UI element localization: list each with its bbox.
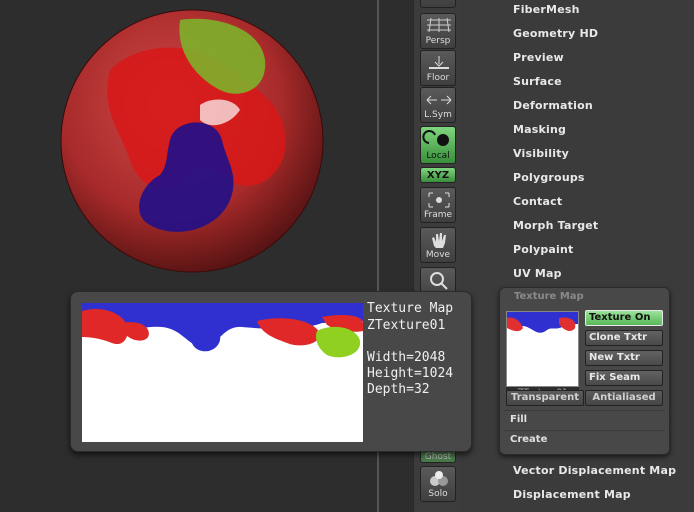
menu-polypaint[interactable]: Polypaint — [513, 243, 574, 256]
menu-preview[interactable]: Preview — [513, 51, 564, 64]
local-rotate-icon — [421, 129, 455, 149]
grid-icon — [421, 16, 455, 36]
menu-surface[interactable]: Surface — [513, 75, 562, 88]
magnifier-icon — [421, 270, 455, 290]
menu-polygroups[interactable]: Polygroups — [513, 171, 585, 184]
solo-icon — [421, 469, 455, 489]
popup-width: Width=2048 — [367, 350, 446, 365]
lsym-button[interactable]: L.Sym — [420, 87, 456, 123]
menu-deformation[interactable]: Deformation — [513, 99, 593, 112]
antialiased-button[interactable]: Antialiased — [585, 390, 663, 406]
popup-depth: Depth=32 — [367, 382, 430, 397]
persp-button[interactable]: Persp — [420, 13, 456, 49]
fill-button[interactable]: Fill — [510, 414, 527, 425]
move-button[interactable]: Move — [420, 227, 456, 263]
menu-uv-map[interactable]: UV Map — [513, 267, 562, 280]
xyz-button[interactable]: XYZ — [420, 167, 456, 183]
texture-map-title[interactable]: Texture Map — [500, 291, 669, 302]
menu-vector-displacement-map[interactable]: Vector Displacement Map — [513, 464, 676, 477]
texture-map-panel: Texture Map ZTexture01 Texture On Clone … — [499, 287, 670, 455]
hand-icon — [421, 230, 455, 250]
lsym-label: L.Sym — [424, 110, 452, 120]
move-label: Move — [425, 250, 451, 260]
solo-label: Solo — [428, 489, 448, 499]
fix-seam-button[interactable]: Fix Seam — [585, 370, 663, 386]
menu-visibility[interactable]: Visibility — [513, 147, 569, 160]
menu-masking[interactable]: Masking — [513, 123, 566, 136]
texture-thumbnail-image — [507, 312, 578, 333]
floor-icon — [421, 53, 455, 73]
xyz-label: XYZ — [426, 170, 450, 181]
local-button[interactable]: Local — [420, 126, 456, 164]
menu-displacement-map[interactable]: Displacement Map — [513, 488, 631, 501]
clone-txtr-button[interactable]: Clone Txtr — [585, 330, 663, 346]
popup-height: Height=1024 — [367, 366, 454, 381]
texture-info-popup: Texture Map ZTexture01 Width=2048 Height… — [70, 291, 472, 452]
frame-label: Frame — [423, 210, 453, 220]
frame-icon — [421, 190, 455, 210]
texture-on-button[interactable]: Texture On — [585, 310, 663, 326]
menu-contact[interactable]: Contact — [513, 195, 562, 208]
panel-divider — [504, 410, 665, 411]
popup-title: Texture Map — [367, 301, 454, 316]
local-label: Local — [426, 151, 450, 161]
ghost-label: Ghost — [424, 452, 452, 462]
popup-texture-name: ZTexture01 — [367, 318, 446, 333]
floor-button[interactable]: Floor — [420, 50, 456, 86]
symmetry-arrows-icon — [421, 90, 455, 110]
shelf-top-button[interactable] — [420, 0, 456, 8]
persp-label: Persp — [425, 36, 451, 46]
new-txtr-button[interactable]: New Txtr — [585, 350, 663, 366]
frame-button[interactable]: Frame — [420, 187, 456, 223]
transparent-button[interactable]: Transparent — [506, 390, 584, 406]
texture-preview-image — [82, 303, 363, 358]
menu-geometry-hd[interactable]: Geometry HD — [513, 27, 598, 40]
create-button[interactable]: Create — [510, 434, 547, 445]
floor-label: Floor — [426, 73, 450, 83]
menu-morph-target[interactable]: Morph Target — [513, 219, 598, 232]
texture-preview — [82, 303, 363, 442]
panel-divider — [504, 430, 665, 431]
solo-button[interactable]: Solo — [420, 466, 456, 502]
menu-fibermesh[interactable]: FiberMesh — [513, 3, 580, 16]
texture-thumbnail[interactable] — [506, 311, 579, 387]
